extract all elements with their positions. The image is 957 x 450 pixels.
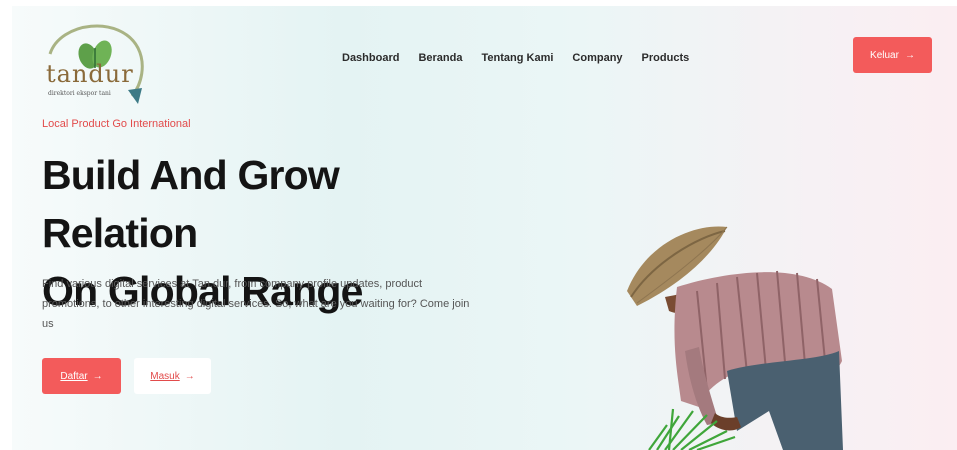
hero-eyebrow: Local Product Go International <box>42 118 191 130</box>
main-nav: Dashboard Beranda Tentang Kami Company P… <box>342 52 708 64</box>
login-label: Masuk <box>150 370 180 382</box>
hero-page: tandur direktori ekspor tani Dashboard B… <box>12 6 957 450</box>
nav-item-tentang-kami[interactable]: Tentang Kami <box>482 52 554 64</box>
login-button[interactable]: Masuk → <box>134 358 211 394</box>
logout-button[interactable]: Keluar → <box>853 37 932 73</box>
hero-description: Find various digital services at Tan.dur… <box>42 278 470 330</box>
logout-label: Keluar <box>870 49 899 61</box>
hero-headline-line-1: Build And Grow Relation <box>42 152 340 256</box>
brand-tagline: direktori ekspor tani <box>48 90 111 97</box>
arrow-right-icon: → <box>184 370 195 382</box>
arrow-right-icon: → <box>92 370 103 382</box>
nav-item-beranda[interactable]: Beranda <box>418 52 462 64</box>
brand-name: tandur <box>46 60 134 88</box>
nav-item-company[interactable]: Company <box>572 52 622 64</box>
farmer-illustration <box>627 226 843 450</box>
register-button[interactable]: Daftar → <box>42 358 121 394</box>
arrow-right-icon: → <box>904 49 915 61</box>
nav-item-dashboard[interactable]: Dashboard <box>342 52 399 64</box>
brand-logo[interactable]: tandur direktori ekspor tani <box>42 18 154 104</box>
register-label: Daftar <box>60 370 88 382</box>
nav-item-products[interactable]: Products <box>642 52 690 64</box>
